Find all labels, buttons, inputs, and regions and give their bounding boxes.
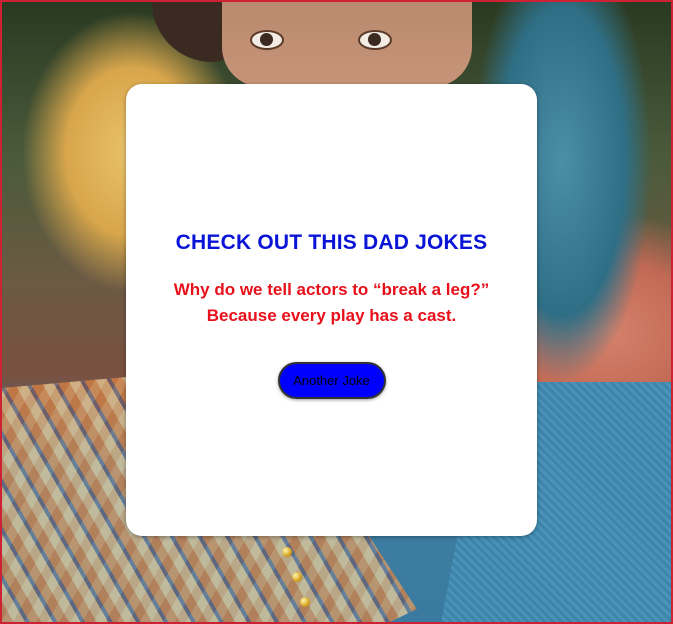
bead-decoration xyxy=(300,597,310,607)
bead-decoration xyxy=(628,581,638,591)
joke-question: Why do we tell actors to “break a leg?” xyxy=(173,280,490,299)
photo-face xyxy=(222,2,472,87)
another-joke-button[interactable]: Another Joke xyxy=(277,362,386,399)
bead-decoration xyxy=(590,489,600,499)
bead-decoration xyxy=(578,466,588,476)
bead-decoration xyxy=(542,397,552,407)
photo-eye-right xyxy=(358,30,392,50)
page-title: CHECK OUT THIS DAD JOKES xyxy=(175,231,488,254)
bead-decoration xyxy=(622,558,632,568)
bead-decoration xyxy=(614,535,624,545)
joke-card: CHECK OUT THIS DAD JOKES Why do we tell … xyxy=(126,84,537,536)
joke-answer: Because every play has a cast. xyxy=(206,306,457,325)
bead-decoration xyxy=(282,547,292,557)
photo-eye-left xyxy=(250,30,284,50)
bead-decoration xyxy=(602,512,612,522)
bead-decoration xyxy=(566,443,576,453)
bead-decoration xyxy=(292,572,302,582)
bead-decoration xyxy=(554,420,564,430)
photo-sticker: Mostly xyxy=(568,604,638,622)
joke-text: Why do we tell actors to “break a leg?” … xyxy=(174,277,490,329)
page-frame: Mostly CHECK OUT THIS DAD JOKES Why do w… xyxy=(0,0,673,624)
